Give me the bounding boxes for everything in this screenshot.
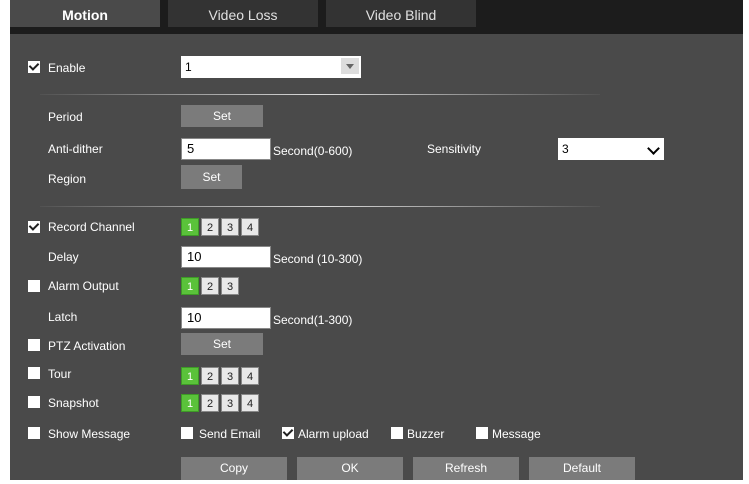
buzzer-label: Buzzer (407, 427, 445, 441)
show-message-label: Show Message (48, 427, 131, 441)
latch-unit: Second(1-300) (273, 313, 353, 327)
record-channel-3[interactable]: 3 (221, 218, 239, 236)
latch-label: Latch (48, 310, 78, 324)
record-channel-label: Record Channel (48, 220, 135, 234)
message-checkbox[interactable] (476, 427, 488, 439)
alarm-output-2[interactable]: 2 (201, 277, 219, 295)
channel-select-value: 1 (185, 60, 192, 74)
anti-dither-unit: Second(0-600) (273, 144, 353, 158)
region-set-button[interactable]: Set (181, 165, 242, 189)
enable-label: Enable (48, 61, 86, 75)
separator (40, 206, 600, 207)
tab-video-blind[interactable]: Video Blind (326, 0, 476, 27)
alarm-output-1[interactable]: 1 (181, 277, 199, 295)
tab-bar: Motion Video Loss Video Blind (10, 0, 743, 34)
tour-checkbox[interactable] (28, 367, 40, 379)
ptz-activation-label: PTZ Activation (48, 339, 126, 353)
chevron-down-icon (341, 58, 359, 74)
sensitivity-select[interactable]: 3 (558, 138, 664, 160)
tour-channel-1[interactable]: 1 (181, 367, 199, 385)
ok-button[interactable]: OK (297, 457, 403, 480)
period-label: Period (48, 110, 83, 124)
buzzer-checkbox[interactable] (391, 427, 403, 439)
snapshot-channel-1[interactable]: 1 (181, 394, 199, 412)
settings-panel: Enable 1 Period Set Anti-dither 5 Second… (10, 34, 743, 480)
snapshot-channel-3[interactable]: 3 (221, 394, 239, 412)
tour-label: Tour (48, 367, 72, 381)
snapshot-channel-4[interactable]: 4 (241, 394, 259, 412)
snapshot-channel-2[interactable]: 2 (201, 394, 219, 412)
delay-label: Delay (48, 250, 79, 264)
send-email-checkbox[interactable] (181, 427, 193, 439)
separator (40, 94, 600, 95)
sensitivity-select-value: 3 (562, 142, 569, 156)
ptz-activation-checkbox[interactable] (28, 339, 40, 351)
snapshot-label: Snapshot (48, 396, 99, 410)
refresh-button[interactable]: Refresh (413, 457, 519, 480)
default-button[interactable]: Default (529, 457, 635, 480)
copy-button[interactable]: Copy (181, 457, 287, 480)
record-channel-2[interactable]: 2 (201, 218, 219, 236)
alarm-upload-checkbox[interactable] (282, 427, 294, 439)
anti-dither-input[interactable]: 5 (181, 138, 271, 160)
alarm-output-3[interactable]: 3 (221, 277, 239, 295)
anti-dither-label: Anti-dither (48, 142, 103, 156)
record-channel-checkbox[interactable] (28, 221, 40, 233)
motion-detect-settings: Motion Video Loss Video Blind Enable 1 P… (0, 0, 749, 484)
show-message-checkbox[interactable] (28, 427, 40, 439)
period-set-button[interactable]: Set (181, 105, 263, 127)
alarm-upload-label: Alarm upload (298, 427, 369, 441)
tour-channel-2[interactable]: 2 (201, 367, 219, 385)
record-channel-1[interactable]: 1 (181, 218, 199, 236)
region-label: Region (48, 172, 87, 186)
delay-input[interactable]: 10 (181, 246, 271, 268)
chevron-down-icon (647, 142, 660, 155)
alarm-output-label: Alarm Output (48, 279, 119, 293)
tour-channel-3[interactable]: 3 (221, 367, 239, 385)
sensitivity-label: Sensitivity (427, 142, 482, 156)
channel-select[interactable]: 1 (181, 56, 361, 78)
tab-motion[interactable]: Motion (10, 0, 160, 27)
snapshot-checkbox[interactable] (28, 396, 40, 408)
alarm-output-checkbox[interactable] (28, 280, 40, 292)
latch-input[interactable]: 10 (181, 307, 271, 329)
send-email-label: Send Email (199, 427, 261, 441)
message-label: Message (492, 427, 541, 441)
enable-checkbox[interactable] (28, 61, 40, 73)
record-channel-4[interactable]: 4 (241, 218, 259, 236)
delay-unit: Second (10-300) (273, 252, 363, 266)
tour-channel-4[interactable]: 4 (241, 367, 259, 385)
ptz-set-button[interactable]: Set (181, 333, 263, 355)
tab-video-loss[interactable]: Video Loss (168, 0, 318, 27)
